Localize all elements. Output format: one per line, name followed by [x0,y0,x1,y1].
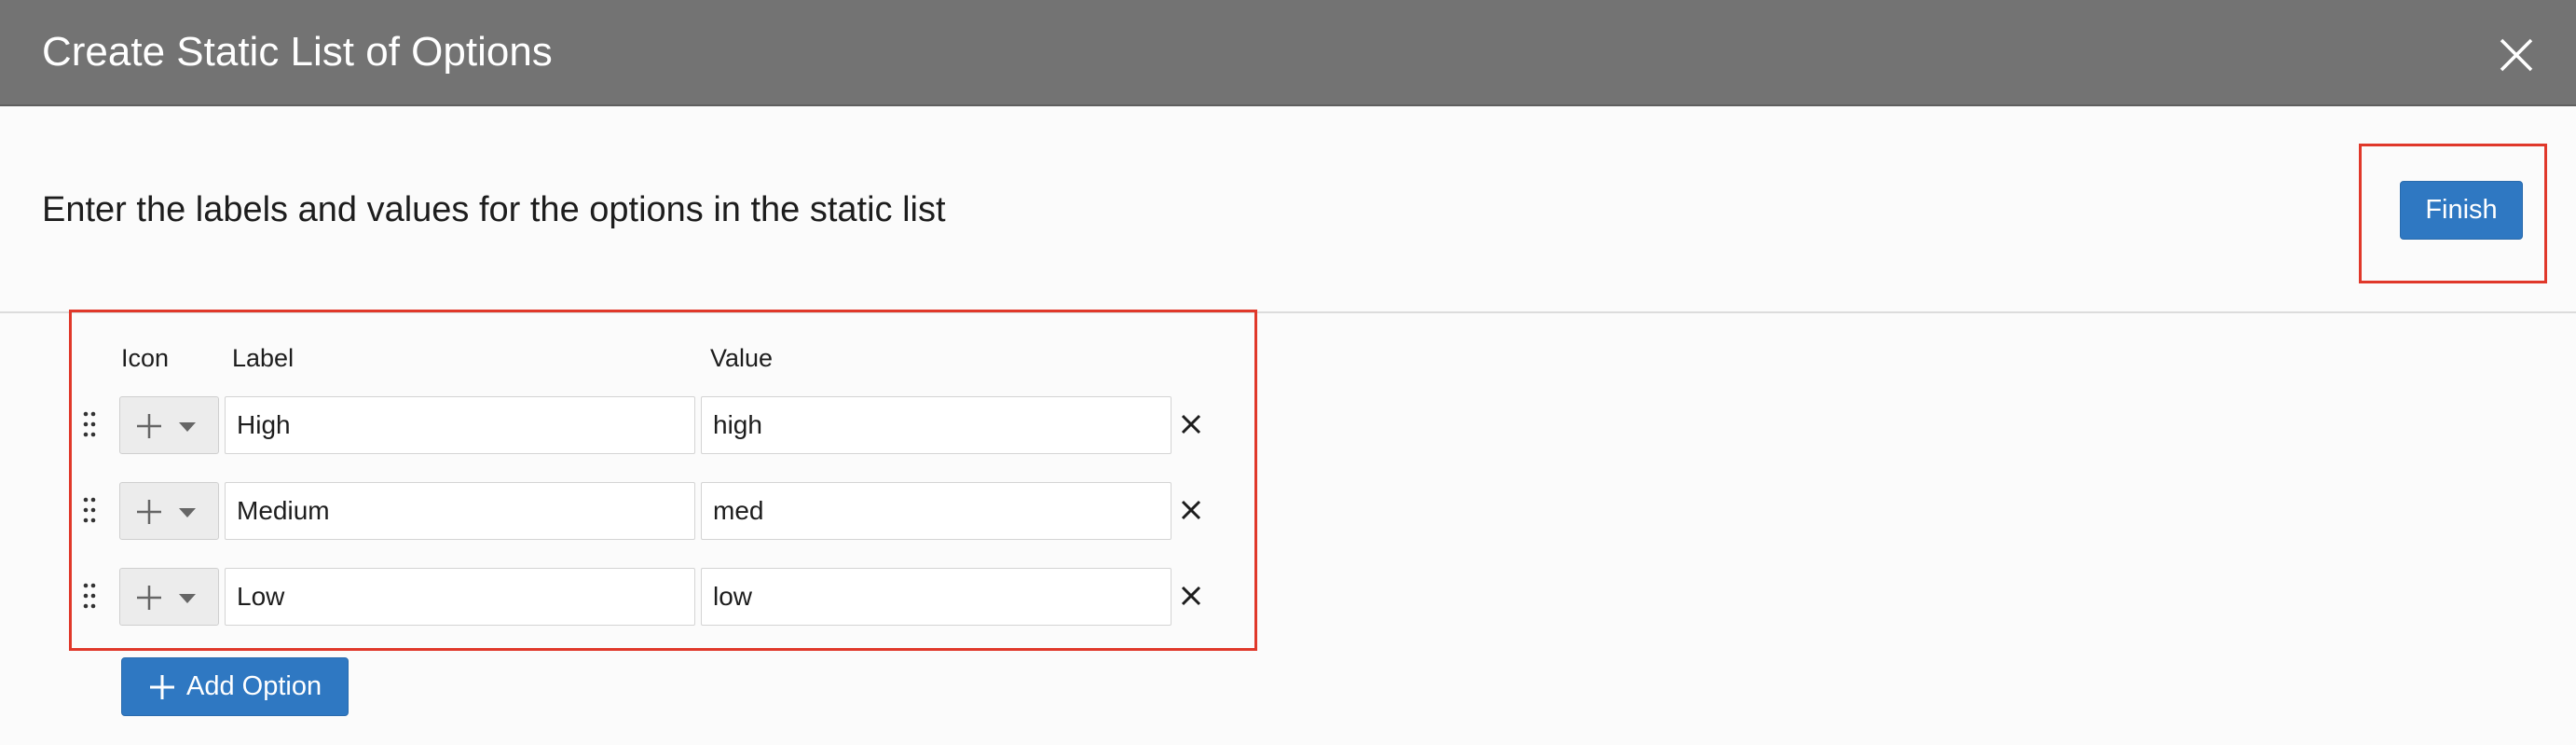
option-label-input[interactable] [225,396,695,454]
icon-picker-button[interactable] [119,568,219,626]
dialog-titlebar: Create Static List of Options [0,0,2576,106]
caret-down-icon [179,594,196,603]
plus-icon [137,586,161,610]
column-header-icon: Icon [121,344,170,372]
static-list-dialog: Create Static List of Options Enter the … [0,0,2576,745]
option-value-input[interactable] [701,396,1172,454]
column-header-value: Value [710,344,774,372]
finish-button[interactable]: Finish [2400,181,2523,240]
plus-icon [137,414,161,438]
column-header-label: Label [232,344,295,372]
instructions-text: Enter the labels and values for the opti… [42,190,946,229]
close-icon[interactable] [2492,31,2541,79]
drag-handle-icon[interactable] [82,495,97,525]
option-row [0,480,2576,542]
option-value-input[interactable] [701,482,1172,540]
caret-down-icon [179,422,196,432]
dialog-header: Enter the labels and values for the opti… [0,108,2576,313]
icon-picker-button[interactable] [119,396,219,454]
option-value-input[interactable] [701,568,1172,626]
add-option-label: Add Option [186,671,322,701]
drag-handle-icon[interactable] [82,581,97,611]
remove-option-icon[interactable] [1178,411,1204,437]
dialog-title: Create Static List of Options [42,29,553,75]
add-option-button[interactable]: Add Option [121,657,349,716]
remove-option-icon[interactable] [1178,497,1204,523]
icon-picker-button[interactable] [119,482,219,540]
option-label-input[interactable] [225,568,695,626]
plus-icon [150,674,174,699]
remove-option-icon[interactable] [1178,583,1204,609]
option-row [0,566,2576,628]
plus-icon [137,500,161,524]
option-label-input[interactable] [225,482,695,540]
option-row [0,394,2576,456]
caret-down-icon [179,508,196,517]
drag-handle-icon[interactable] [82,409,97,439]
